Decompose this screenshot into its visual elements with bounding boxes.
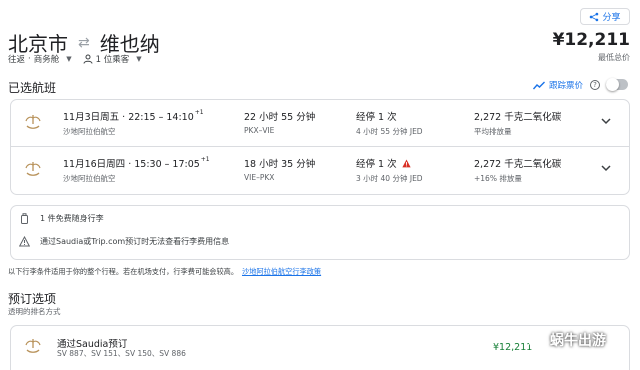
ranking-link[interactable]: 透明的排名方式 <box>8 306 61 317</box>
day-offset: +1 <box>200 156 210 163</box>
flight-duration: 22 小时 55 分钟 <box>244 112 316 123</box>
caret-down-icon[interactable]: ▼ <box>136 55 141 63</box>
baggage-notice-text: 通过Saudia或Trip.com预订时无法查看行李费用信息 <box>40 237 230 246</box>
booking-option-flights: SV 887、SV 151、SV 150、SV 886 <box>57 349 186 358</box>
airline-name: 沙地阿拉伯航空 <box>63 127 116 136</box>
booking-option-price: ¥12,211 <box>493 342 533 353</box>
baggage-notice-line: 通过Saudia或Trip.com预订时无法查看行李费用信息 <box>19 236 229 247</box>
trend-icon <box>533 81 545 89</box>
co2-note: 平均排放量 <box>474 127 512 136</box>
luggage-icon <box>21 213 28 224</box>
flight-duration: 18 小时 35 分钟 <box>244 159 316 170</box>
watermark-text: 蜗牛出游 <box>550 333 606 349</box>
layover-info: 3 小时 40 分钟 JED <box>356 174 423 183</box>
baggage-policy-link[interactable]: 沙地阿拉伯航空行李政策 <box>242 267 321 276</box>
track-prices-toggle[interactable] <box>606 78 628 91</box>
trip-meta: 往返 · 商务舱 ▼ 1 位乘客 ▼ <box>8 53 142 65</box>
saudia-logo-icon <box>25 115 41 129</box>
swap-arrows-icon: ⇄ <box>78 34 90 51</box>
trip-type: 往返 <box>8 55 26 65</box>
selected-flights-title: 已选航班 <box>8 81 57 95</box>
flight-stops: 经停 1 次 <box>356 156 411 170</box>
flight-row-return[interactable]: 11月16日周四 · 15:30 – 17:05 +1 沙地阿拉伯航空 18 小时… <box>11 147 629 194</box>
flight-stops: 经停 1 次 <box>356 112 397 123</box>
baggage-card: 1 件免费随身行李 通过Saudia或Trip.com预订时无法查看行李费用信息 <box>10 205 630 260</box>
track-prices[interactable]: 跟踪票价 ? <box>533 79 601 91</box>
passenger-count[interactable]: 1 位乘客 <box>96 53 130 65</box>
share-icon <box>590 12 599 21</box>
watermark: 蜗牛出游 <box>528 330 606 350</box>
carry-on-line: 1 件免费随身行李 <box>19 213 104 224</box>
co2-note: +16% 排放量 <box>474 174 522 183</box>
saudia-logo-icon <box>25 339 41 353</box>
co2-emissions: 2,272 千克二氧化碳 <box>474 159 562 170</box>
warning-outline-icon <box>19 236 30 247</box>
flight-time: 11月3日周五 · 22:15 – 14:10 +1 <box>63 109 204 123</box>
toggle-knob <box>606 78 619 91</box>
price-note: 最低总价 <box>598 53 630 62</box>
track-prices-label: 跟踪票价 <box>549 81 584 91</box>
day-offset: +1 <box>194 109 204 116</box>
flight-route: PKX–VIE <box>244 126 275 135</box>
layover-info: 4 小时 55 分钟 JED <box>356 127 423 136</box>
chevron-down-icon[interactable] <box>601 164 611 172</box>
share-label: 分享 <box>602 13 621 23</box>
saudia-logo-icon <box>25 162 41 176</box>
warning-icon <box>401 158 411 167</box>
co2-emissions: 2,272 千克二氧化碳 <box>474 112 562 123</box>
flight-time: 11月16日周四 · 15:30 – 17:05 +1 <box>63 156 210 170</box>
selected-flights-card: 11月3日周五 · 22:15 – 14:10 +1 沙地阿拉伯航空 22 小时 … <box>10 99 630 195</box>
person-icon <box>83 54 93 64</box>
booking-options-title: 预订选项 <box>8 292 57 306</box>
info-icon[interactable]: ? <box>590 80 601 90</box>
baggage-footnote: 以下行李条件适用于你的整个行程。若在机场支付，行李费可能会较高。 沙地阿拉伯航空行… <box>8 267 322 276</box>
flight-route: VIE–PKX <box>244 173 275 182</box>
airline-name: 沙地阿拉伯航空 <box>63 174 116 183</box>
share-button[interactable]: 分享 <box>580 8 630 25</box>
snail-logo-icon <box>528 331 546 349</box>
caret-down-icon: ▼ <box>66 55 72 63</box>
cabin-class: 商务舱 <box>33 55 60 65</box>
carry-on-text: 1 件免费随身行李 <box>40 214 104 223</box>
chevron-down-icon[interactable] <box>601 117 611 125</box>
total-price: ¥12,211 <box>552 30 630 50</box>
flight-row-outbound[interactable]: 11月3日周五 · 22:15 – 14:10 +1 沙地阿拉伯航空 22 小时 … <box>11 100 629 147</box>
